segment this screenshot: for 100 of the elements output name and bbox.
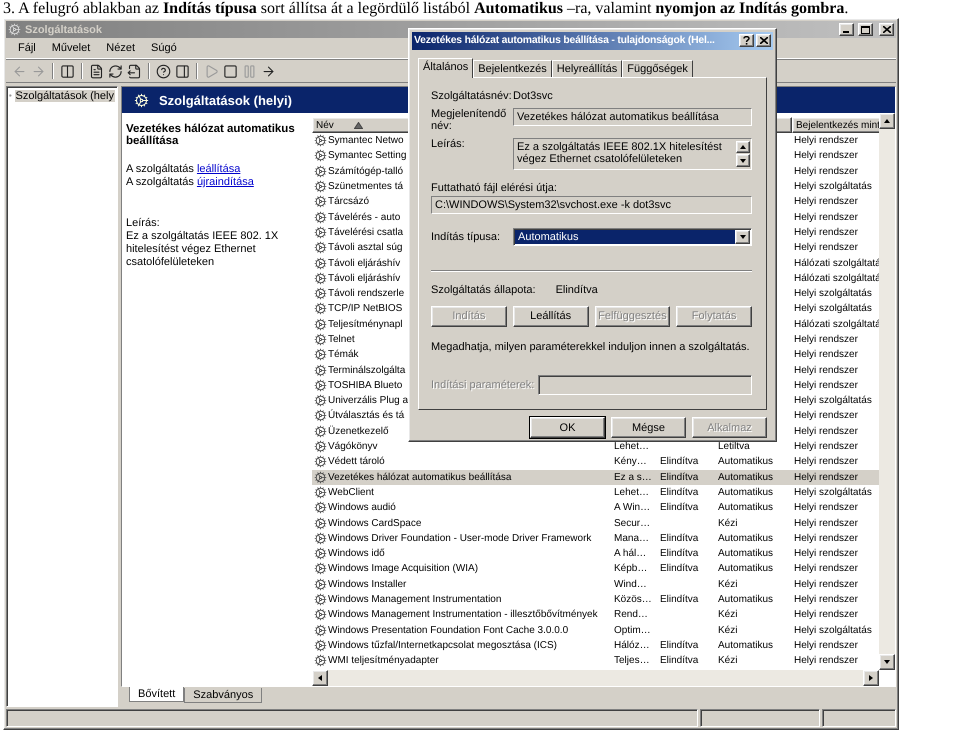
- minimize-button[interactable]: [839, 23, 854, 36]
- close-button[interactable]: [756, 34, 771, 48]
- horizontal-scrollbar[interactable]: [312, 670, 879, 686]
- close-button[interactable]: [879, 23, 894, 36]
- service-name: Távoli asztal súg: [328, 242, 402, 254]
- service-status: Elindítva: [660, 472, 698, 483]
- service-name: Témák: [328, 349, 359, 360]
- gear-icon: [314, 593, 327, 606]
- tree-item[interactable]: Szolgáltatások (hely: [14, 90, 115, 102]
- field-label: Leírás:: [431, 138, 466, 150]
- help-icon[interactable]: [156, 64, 171, 78]
- service-name: Távoli eljáráshív: [328, 258, 400, 269]
- close-icon: [882, 26, 890, 33]
- logon-account: Helyi szolgáltatás: [794, 624, 872, 636]
- display-name-field[interactable]: Vezetékes hálózat automatikus beállítása: [513, 108, 752, 126]
- service-description: Lehet…: [614, 486, 650, 498]
- service-control-button[interactable]: Leállítás: [512, 306, 588, 327]
- logon-account: Helyi rendszer: [794, 472, 858, 483]
- scroll-down-button[interactable]: [736, 154, 750, 167]
- action-link[interactable]: újraindítása: [196, 176, 254, 188]
- service-name: Windows tűzfal/Internetkapcsolat megosztása (ICS): [328, 640, 557, 651]
- service-description: Képb…: [614, 563, 648, 574]
- gear-icon: [314, 608, 327, 622]
- properties-icon[interactable]: [89, 64, 104, 78]
- window-title: Szolgáltatások: [25, 24, 104, 36]
- startup-type: Automatikus: [718, 502, 774, 514]
- logon-account: Hálózati szolgáltatá: [794, 318, 881, 330]
- service-description: Kény…: [614, 456, 647, 468]
- startup-type: Kézi: [718, 518, 738, 529]
- description-field[interactable]: Ez a szolgáltatás IEEE 802.1X hitelesítést végez Ethernet csatolófelületeken: [513, 138, 752, 170]
- console-tree-icon[interactable]: [60, 64, 75, 78]
- scroll-down-button[interactable]: [879, 654, 895, 670]
- logon-account: Helyi rendszer: [794, 578, 858, 590]
- scroll-left-icon: [316, 674, 324, 682]
- logon-account: Helyi rendszer: [794, 380, 858, 391]
- action-pane-icon[interactable]: [175, 64, 190, 78]
- view-tab[interactable]: Szabványos: [184, 688, 262, 703]
- action-link[interactable]: leállítása: [196, 163, 240, 175]
- dialog-tab[interactable]: Általános: [418, 58, 474, 78]
- scroll-right-button[interactable]: [863, 670, 879, 686]
- gear-icon: [314, 455, 327, 468]
- startup-type: Automatikus: [718, 486, 774, 498]
- startup-type: Automatikus: [718, 640, 774, 651]
- service-name: Vezetékes hálózat automatikus beállítása: [328, 472, 512, 483]
- column-header[interactable]: Bejelentkezés mint: [792, 117, 881, 133]
- vertical-scrollbar[interactable]: [879, 113, 895, 670]
- service-name: Telnet: [328, 334, 355, 345]
- menu-item[interactable]: Fájl: [10, 42, 44, 54]
- dialog-tab[interactable]: Bejelentkezés: [473, 60, 552, 77]
- menu-item[interactable]: Nézet: [98, 42, 144, 54]
- gear-icon: [314, 516, 327, 530]
- service-name: Távoli eljáráshív: [328, 272, 400, 284]
- logon-account: Helyi rendszer: [794, 640, 858, 651]
- menu-item[interactable]: Súgó: [143, 42, 185, 54]
- service-name: Távelérés - auto: [328, 212, 400, 223]
- logon-account: Helyi rendszer: [794, 518, 858, 529]
- path-field[interactable]: C:\WINDOWS\System32\svchost.exe -k dot3svc: [431, 196, 752, 214]
- service-name: Védett tároló: [328, 456, 385, 468]
- dialog-tab[interactable]: Függőségek: [622, 60, 693, 77]
- menu-item[interactable]: Művelet: [44, 42, 98, 54]
- selected-row[interactable]: Vezetékes hálózat automatikus beállítása Ez a s… Elindítva Automatikus Helyi rendszer: [312, 470, 879, 485]
- gear-icon: [314, 333, 327, 346]
- hint-text: Megadhatja, milyen paraméterekkel induljon innen a szolgáltatás.: [431, 340, 751, 353]
- service-name: Távelérési csatla: [328, 226, 404, 238]
- startup-type: Automatikus: [718, 472, 774, 483]
- stop-icon[interactable]: [223, 64, 238, 78]
- logon-account: Helyi rendszer: [794, 226, 858, 238]
- dialog-button[interactable]: Mégse: [611, 417, 686, 438]
- startup-type: Kézi: [718, 609, 738, 620]
- help-button[interactable]: [739, 34, 754, 48]
- dialog-tab[interactable]: Helyreállítás: [552, 60, 622, 77]
- refresh-icon[interactable]: [108, 64, 123, 78]
- maximize-button[interactable]: [858, 23, 873, 36]
- scroll-up-button[interactable]: [736, 140, 750, 154]
- startup-type-dropdown[interactable]: Automatikus: [513, 228, 752, 246]
- scroll-left-button[interactable]: [312, 670, 328, 686]
- logon-account: Helyi rendszer: [794, 242, 858, 254]
- gear-icon: [314, 287, 327, 300]
- service-name: TCP/IP NetBIOS: [328, 303, 402, 314]
- startup-type: Automatikus: [718, 456, 774, 468]
- gear-icon: [314, 501, 327, 514]
- dialog-button[interactable]: OK: [530, 417, 605, 438]
- gear-icon: [314, 149, 327, 162]
- export-list-icon[interactable]: [127, 64, 142, 78]
- scroll-up-button[interactable]: [879, 113, 895, 129]
- gear-icon: [314, 302, 327, 316]
- service-description: Wind…: [614, 578, 647, 590]
- logon-account: Helyi szolgáltatás: [794, 181, 872, 192]
- service-name: Symantec Netwo: [328, 135, 404, 146]
- startup-type: Automatikus: [718, 532, 774, 544]
- service-name: Symantec Setting: [328, 150, 406, 162]
- service-status: Elindítva: [660, 594, 698, 606]
- field-label: Megjelenítendő név:: [431, 108, 508, 132]
- startup-type: Kézi: [718, 655, 738, 666]
- scroll-down-icon: [883, 658, 891, 666]
- gear-icon: [314, 624, 327, 637]
- logon-account: Helyi rendszer: [794, 426, 858, 437]
- service-status: Elindítva: [660, 548, 698, 560]
- view-tab[interactable]: Bővített: [129, 687, 184, 702]
- service-name: Windows Driver Foundation - User-mode Driver Framework: [328, 532, 592, 544]
